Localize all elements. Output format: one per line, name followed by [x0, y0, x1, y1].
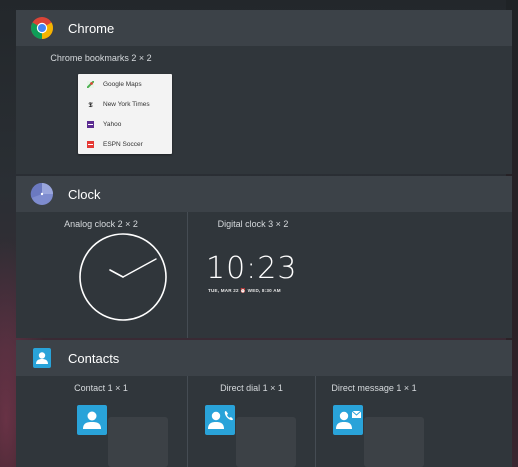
contacts-app-icon: [30, 346, 54, 370]
bookmark-label: Google Maps: [103, 80, 142, 88]
widget-label: Contact 1 × 1: [74, 383, 128, 393]
contacts-section-title: Contacts: [68, 350, 120, 366]
clock-section-title: Clock: [68, 186, 101, 202]
analog-clock-face: [79, 233, 167, 321]
direct-dial-preview-shadow: [236, 417, 296, 467]
bookmark-row: 𝕿 New York Times: [78, 94, 172, 114]
contact-person-icon: [77, 405, 107, 435]
bookmark-row: Google Maps: [78, 74, 172, 94]
chrome-section-header: Chrome: [16, 10, 512, 46]
chrome-logo-icon: [30, 16, 54, 40]
bookmark-label: New York Times: [103, 100, 150, 108]
clock-app-icon: [30, 182, 54, 206]
clock-section-header: Clock: [16, 176, 512, 212]
direct-message-icon: [333, 405, 363, 435]
bookmark-row: ESPN Soccer: [78, 134, 172, 154]
direct-dial-icon: [205, 405, 235, 435]
contacts-section-header: Contacts: [16, 340, 512, 376]
yahoo-favicon-icon: [87, 120, 94, 128]
widget-label: Direct dial 1 × 1: [220, 383, 283, 393]
digital-clock-alarm-line: TUE, MAR 22 ⏰ WED, 8:30 AM: [208, 288, 281, 293]
direct-message-preview-shadow: [364, 417, 424, 467]
contact-preview-shadow: [108, 417, 168, 467]
bookmarks-preview: Google Maps 𝕿 New York Times Yahoo ESPN …: [78, 74, 172, 154]
widget-label: Direct message 1 × 1: [331, 383, 417, 393]
digital-clock-time: 10:23: [206, 251, 298, 286]
bookmark-label: Yahoo: [103, 120, 122, 128]
nyt-favicon-icon: 𝕿: [88, 99, 93, 109]
bookmark-label: ESPN Soccer: [103, 140, 143, 148]
widget-label: Analog clock 2 × 2: [64, 219, 138, 229]
widget-label: Digital clock 3 × 2: [217, 219, 289, 229]
chrome-section-title: Chrome: [68, 20, 115, 36]
espn-favicon-icon: [87, 140, 94, 148]
widget-label: Chrome bookmarks 2 × 2: [50, 53, 152, 63]
google-maps-favicon-icon: [86, 79, 95, 89]
bookmark-row: Yahoo: [78, 114, 172, 134]
